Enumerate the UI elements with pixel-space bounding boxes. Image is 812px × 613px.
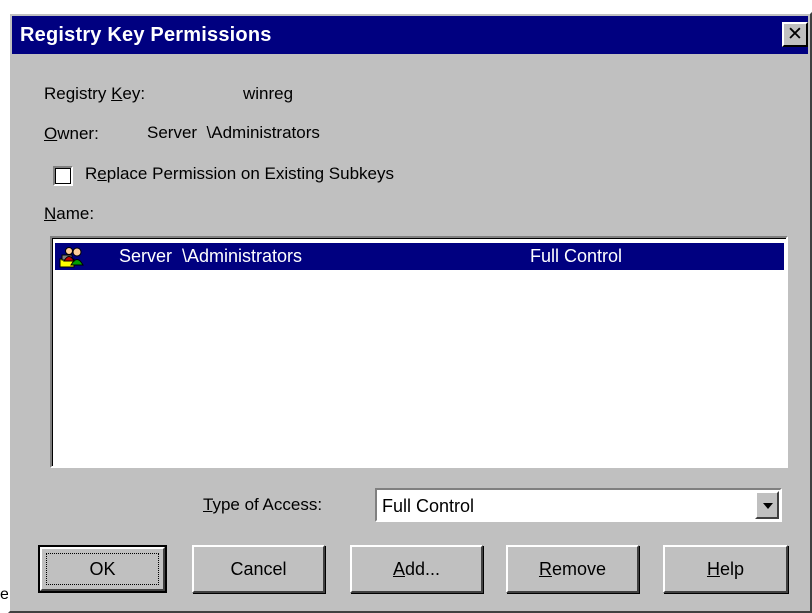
ok-button-label: OK (89, 559, 116, 579)
remove-button-label: Remove (538, 559, 607, 579)
name-label: Name: (44, 204, 95, 223)
add-button-label: Add... (392, 559, 441, 579)
replace-permission-checkbox[interactable] (53, 166, 73, 186)
ok-button[interactable]: OK (38, 545, 167, 593)
close-button[interactable]: ✕ (782, 22, 808, 47)
close-icon: ✕ (787, 23, 803, 45)
cancel-button-label: Cancel (230, 559, 287, 579)
list-item-access: Full Control (530, 246, 623, 266)
type-of-access-dropdown[interactable]: Full Control (375, 488, 782, 522)
dropdown-arrow-button[interactable] (755, 491, 779, 519)
chevron-down-icon (763, 503, 773, 509)
registry-key-label: Registry Key: (44, 84, 146, 103)
window-title: Registry Key Permissions (20, 24, 272, 46)
title-bar[interactable]: Registry Key Permissions ✕ (12, 16, 808, 54)
type-of-access-label: Type of Access: (203, 495, 323, 514)
owner-value: Server \Administrators (147, 123, 320, 142)
cancel-button[interactable]: Cancel (192, 545, 325, 593)
type-of-access-value: Full Control (382, 496, 475, 516)
registry-key-permissions-dialog: Registry Key Permissions ✕ Registry Key:… (8, 12, 812, 613)
remove-button[interactable]: Remove (506, 545, 639, 593)
list-item-name: Server \Administrators (119, 246, 303, 266)
help-button[interactable]: Help (663, 545, 788, 593)
owner-label: Owner: (44, 124, 99, 143)
list-item[interactable]: Server \Administrators Full Control (55, 243, 784, 270)
add-button[interactable]: Add... (350, 545, 483, 593)
help-button-label: Help (706, 559, 745, 579)
replace-permission-label[interactable]: Replace Permission on Existing Subkeys (85, 164, 394, 184)
user-group-icon (58, 245, 86, 269)
name-listbox[interactable]: Server \Administrators Full Control (50, 236, 788, 468)
registry-key-value: winreg (243, 84, 294, 103)
